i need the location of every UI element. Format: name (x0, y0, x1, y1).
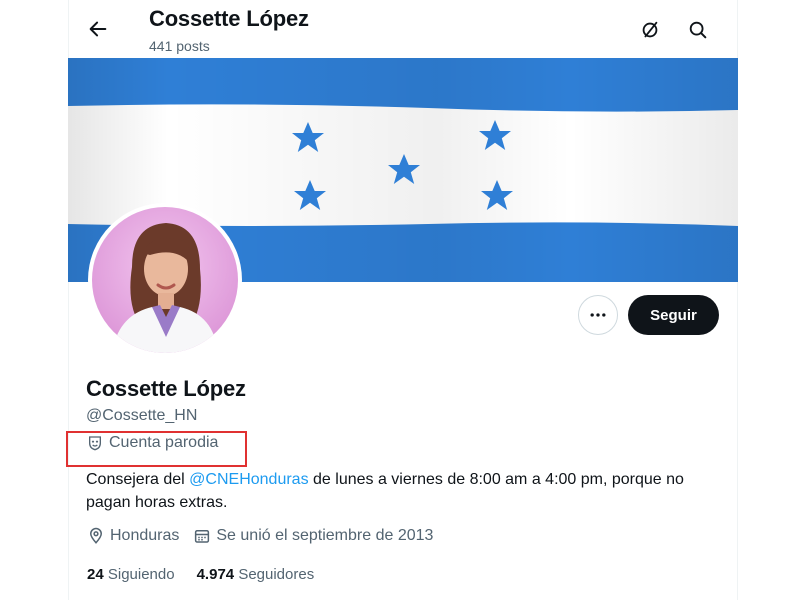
profile-stats: 24 Siguiendo 4.974 Seguidores (87, 566, 336, 583)
avatar[interactable] (88, 203, 242, 357)
parody-text: Cuenta parodia (109, 434, 219, 451)
joined-item: Se unió el septiembre de 2013 (193, 527, 433, 545)
arrow-left-icon (89, 21, 107, 37)
following-count: 24 (87, 566, 104, 583)
profile-photo (92, 207, 238, 353)
followers-count: 4.974 (196, 566, 235, 583)
parody-label[interactable]: Cuenta parodia (87, 434, 218, 452)
slashed-circle-icon (642, 21, 658, 38)
profile-meta: Honduras Se unió el septiembre de 2013 (87, 527, 447, 545)
calendar-icon (195, 530, 210, 543)
location-pin-icon (89, 527, 103, 544)
bio-prefix: Consejera del (86, 471, 190, 488)
joined-text: Se unió el septiembre de 2013 (216, 527, 434, 544)
search-icon (689, 21, 707, 39)
location-item: Honduras (87, 527, 179, 545)
profile-bio: Consejera del @CNEHonduras de lunes a vi… (86, 468, 706, 514)
subscribe-button[interactable] (636, 16, 664, 44)
followers-label: Seguidores (238, 566, 315, 583)
profile-name: Cossette López (86, 376, 246, 401)
profile-handle: @Cossette_HN (86, 407, 198, 424)
more-options-button[interactable] (578, 295, 618, 335)
mention-link[interactable]: @CNEHonduras (189, 471, 308, 488)
more-horizontal-icon (590, 313, 606, 317)
follow-button[interactable]: Seguir (628, 295, 719, 335)
following-label: Siguiendo (107, 566, 175, 583)
followers-link[interactable]: 4.974 Seguidores (197, 566, 315, 583)
search-button[interactable] (684, 16, 712, 44)
following-link[interactable]: 24 Siguiendo (87, 566, 175, 583)
mask-icon (89, 436, 101, 451)
back-button[interactable] (85, 14, 111, 44)
post-count: 441 posts (149, 38, 210, 54)
location-text: Honduras (110, 527, 180, 544)
header-title: Cossette López (149, 6, 309, 31)
